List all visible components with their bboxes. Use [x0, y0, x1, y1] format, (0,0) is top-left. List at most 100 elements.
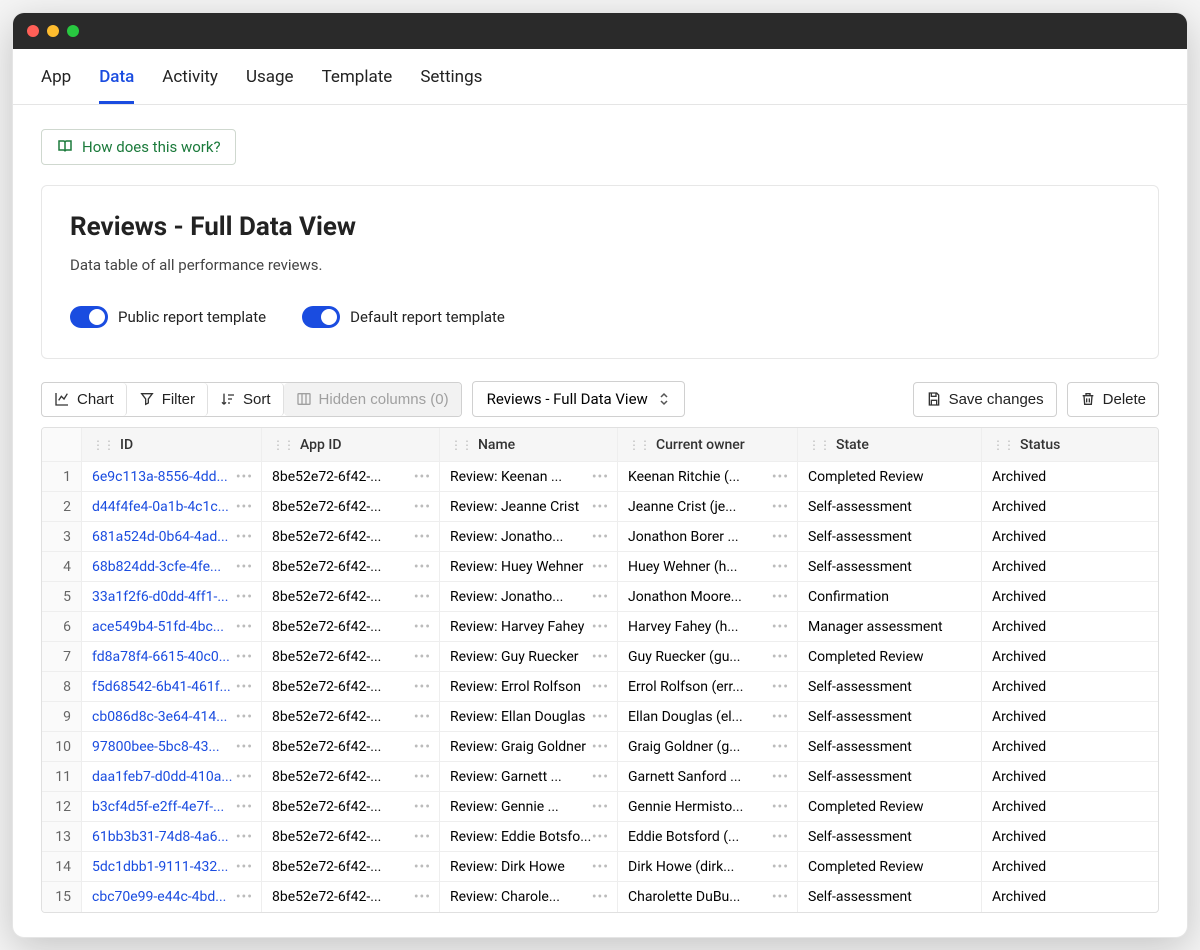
- owner-cell[interactable]: Dirk Howe (dirk...•••: [618, 852, 798, 881]
- drag-handle-icon[interactable]: ⋮⋮: [992, 438, 1014, 452]
- tab-template[interactable]: Template: [322, 67, 393, 104]
- how-does-this-work-link[interactable]: How does this work?: [41, 129, 236, 165]
- name-cell[interactable]: Review: Jonatho...•••: [440, 582, 618, 611]
- tab-activity[interactable]: Activity: [162, 67, 218, 104]
- table-row[interactable]: 468b824dd-3cfe-4fe...•••8be52e72-6f42-..…: [42, 552, 1158, 582]
- id-cell[interactable]: f5d68542-6b41-461f...•••: [82, 672, 262, 701]
- cell-menu-icon[interactable]: •••: [414, 499, 431, 515]
- appid-cell[interactable]: 8be52e72-6f42-...•••: [262, 552, 440, 581]
- table-row[interactable]: 11daa1feb7-d0dd-410a...•••8be52e72-6f42-…: [42, 762, 1158, 792]
- cell-menu-icon[interactable]: •••: [236, 619, 253, 635]
- cell-menu-icon[interactable]: •••: [592, 799, 609, 815]
- cell-menu-icon[interactable]: •••: [772, 889, 789, 905]
- owner-cell[interactable]: Gennie Hermisto...•••: [618, 792, 798, 821]
- appid-cell[interactable]: 8be52e72-6f42-...•••: [262, 822, 440, 851]
- cell-menu-icon[interactable]: •••: [772, 589, 789, 605]
- drag-handle-icon[interactable]: ⋮⋮: [628, 438, 650, 452]
- appid-cell[interactable]: 8be52e72-6f42-...•••: [262, 462, 440, 491]
- table-row[interactable]: 1097800bee-5bc8-43...•••8be52e72-6f42-..…: [42, 732, 1158, 762]
- owner-cell[interactable]: Graig Goldner (g...•••: [618, 732, 798, 761]
- cell-menu-icon[interactable]: •••: [414, 529, 431, 545]
- name-cell[interactable]: Review: Errol Rolfson•••: [440, 672, 618, 701]
- owner-cell[interactable]: Errol Rolfson (err...•••: [618, 672, 798, 701]
- cell-menu-icon[interactable]: •••: [592, 469, 609, 485]
- cell-menu-icon[interactable]: •••: [236, 799, 253, 815]
- appid-cell[interactable]: 8be52e72-6f42-...•••: [262, 852, 440, 881]
- column-header[interactable]: ⋮⋮Status: [982, 428, 1158, 461]
- id-cell[interactable]: b3cf4d5f-e2ff-4e7f-...•••: [82, 792, 262, 821]
- cell-menu-icon[interactable]: •••: [592, 619, 609, 635]
- cell-menu-icon[interactable]: •••: [236, 499, 253, 515]
- name-cell[interactable]: Review: Keenan ...•••: [440, 462, 618, 491]
- drag-handle-icon[interactable]: ⋮⋮: [272, 438, 294, 452]
- owner-cell[interactable]: Jonathon Borer ...•••: [618, 522, 798, 551]
- tab-data[interactable]: Data: [99, 67, 134, 104]
- cell-menu-icon[interactable]: •••: [772, 529, 789, 545]
- id-cell[interactable]: 6e9c113a-8556-4dd...•••: [82, 462, 262, 491]
- id-cell[interactable]: daa1feb7-d0dd-410a...•••: [82, 762, 262, 791]
- name-cell[interactable]: Review: Jeanne Crist•••: [440, 492, 618, 521]
- cell-menu-icon[interactable]: •••: [236, 529, 253, 545]
- owner-cell[interactable]: Harvey Fahey (h...•••: [618, 612, 798, 641]
- cell-menu-icon[interactable]: •••: [772, 739, 789, 755]
- column-header[interactable]: ⋮⋮Current owner: [618, 428, 798, 461]
- cell-menu-icon[interactable]: •••: [414, 769, 431, 785]
- name-cell[interactable]: Review: Dirk Howe•••: [440, 852, 618, 881]
- cell-menu-icon[interactable]: •••: [414, 469, 431, 485]
- id-cell[interactable]: ace549b4-51fd-4bc...•••: [82, 612, 262, 641]
- id-cell[interactable]: d44f4fe4-0a1b-4c1c...•••: [82, 492, 262, 521]
- id-cell[interactable]: 681a524d-0b64-4ad...•••: [82, 522, 262, 551]
- cell-menu-icon[interactable]: •••: [236, 559, 253, 575]
- name-cell[interactable]: Review: Jonatho...•••: [440, 522, 618, 551]
- name-cell[interactable]: Review: Ellan Douglas•••: [440, 702, 618, 731]
- table-row[interactable]: 3681a524d-0b64-4ad...•••8be52e72-6f42-..…: [42, 522, 1158, 552]
- chart-button[interactable]: Chart: [42, 383, 127, 416]
- cell-menu-icon[interactable]: •••: [236, 589, 253, 605]
- cell-menu-icon[interactable]: •••: [414, 559, 431, 575]
- cell-menu-icon[interactable]: •••: [592, 649, 609, 665]
- owner-cell[interactable]: Guy Ruecker (gu...•••: [618, 642, 798, 671]
- appid-cell[interactable]: 8be52e72-6f42-...•••: [262, 702, 440, 731]
- table-row[interactable]: 16e9c113a-8556-4dd...•••8be52e72-6f42-..…: [42, 462, 1158, 492]
- cell-menu-icon[interactable]: •••: [414, 619, 431, 635]
- id-cell[interactable]: 61bb3b31-74d8-4a6...•••: [82, 822, 262, 851]
- table-row[interactable]: 6ace549b4-51fd-4bc...•••8be52e72-6f42-..…: [42, 612, 1158, 642]
- cell-menu-icon[interactable]: •••: [592, 889, 609, 905]
- cell-menu-icon[interactable]: •••: [592, 529, 609, 545]
- name-cell[interactable]: Review: Eddie Botsfo...•••: [440, 822, 618, 851]
- cell-menu-icon[interactable]: •••: [236, 679, 253, 695]
- table-row[interactable]: 9cb086d8c-3e64-414...•••8be52e72-6f42-..…: [42, 702, 1158, 732]
- cell-menu-icon[interactable]: •••: [772, 799, 789, 815]
- owner-cell[interactable]: Garnett Sanford ...•••: [618, 762, 798, 791]
- id-cell[interactable]: 97800bee-5bc8-43...•••: [82, 732, 262, 761]
- tab-usage[interactable]: Usage: [246, 67, 294, 104]
- table-row[interactable]: 533a1f2f6-d0dd-4ff1-...•••8be52e72-6f42-…: [42, 582, 1158, 612]
- column-header[interactable]: ⋮⋮App ID: [262, 428, 440, 461]
- table-row[interactable]: 145dc1dbb1-9111-432...•••8be52e72-6f42-.…: [42, 852, 1158, 882]
- cell-menu-icon[interactable]: •••: [236, 739, 253, 755]
- owner-cell[interactable]: Jonathon Moore...•••: [618, 582, 798, 611]
- column-header[interactable]: ⋮⋮Name: [440, 428, 618, 461]
- cell-menu-icon[interactable]: •••: [414, 799, 431, 815]
- owner-cell[interactable]: Keenan Ritchie (...•••: [618, 462, 798, 491]
- cell-menu-icon[interactable]: •••: [236, 769, 253, 785]
- cell-menu-icon[interactable]: •••: [592, 829, 609, 845]
- cell-menu-icon[interactable]: •••: [236, 859, 253, 875]
- cell-menu-icon[interactable]: •••: [592, 859, 609, 875]
- sort-button[interactable]: Sort: [208, 383, 284, 416]
- appid-cell[interactable]: 8be52e72-6f42-...•••: [262, 882, 440, 912]
- default-report-template-toggle[interactable]: [302, 306, 340, 328]
- cell-menu-icon[interactable]: •••: [236, 649, 253, 665]
- table-row[interactable]: 15cbc70e99-e44c-4bd...•••8be52e72-6f42-.…: [42, 882, 1158, 912]
- save-changes-button[interactable]: Save changes: [913, 382, 1057, 417]
- cell-menu-icon[interactable]: •••: [414, 889, 431, 905]
- id-cell[interactable]: 68b824dd-3cfe-4fe...•••: [82, 552, 262, 581]
- id-cell[interactable]: 5dc1dbb1-9111-432...•••: [82, 852, 262, 881]
- cell-menu-icon[interactable]: •••: [772, 769, 789, 785]
- view-selector[interactable]: Reviews - Full Data View: [472, 381, 685, 417]
- appid-cell[interactable]: 8be52e72-6f42-...•••: [262, 612, 440, 641]
- cell-menu-icon[interactable]: •••: [236, 469, 253, 485]
- owner-cell[interactable]: Eddie Botsford (...•••: [618, 822, 798, 851]
- cell-menu-icon[interactable]: •••: [592, 499, 609, 515]
- cell-menu-icon[interactable]: •••: [414, 829, 431, 845]
